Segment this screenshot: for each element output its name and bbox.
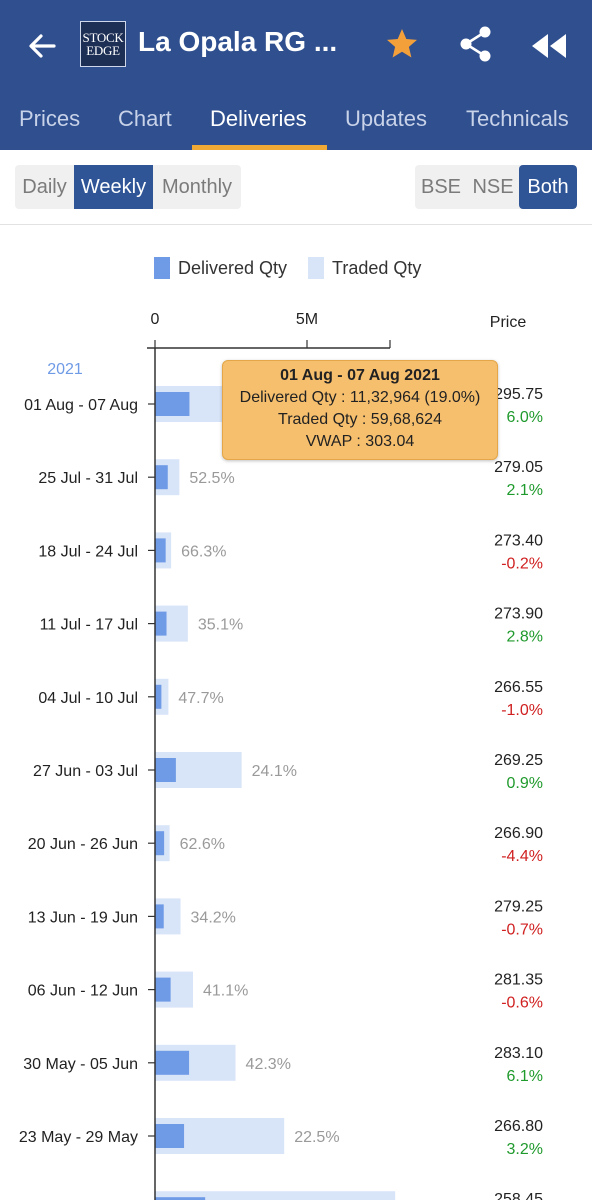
tab-updates[interactable]: Updates bbox=[345, 106, 427, 132]
week-label: 30 May - 05 Jun bbox=[23, 1056, 138, 1073]
delivered-bar bbox=[155, 538, 166, 563]
price-header: Price bbox=[490, 314, 527, 331]
traded-swatch bbox=[308, 257, 324, 279]
star-icon[interactable] bbox=[382, 24, 422, 64]
delivery-percent: 24.1% bbox=[252, 763, 297, 780]
price-change: -0.6% bbox=[501, 995, 543, 1012]
delivered-bar bbox=[155, 611, 167, 636]
tab-prices[interactable]: Prices bbox=[19, 106, 80, 132]
delivered-swatch bbox=[154, 257, 170, 279]
back-arrow-icon[interactable] bbox=[20, 24, 64, 68]
delivered-bar bbox=[155, 977, 171, 1002]
price-change: 2.8% bbox=[507, 629, 543, 646]
tooltip-delivered: Delivered Qty : 11,32,964 (19.0%) bbox=[239, 389, 481, 406]
delivery-percent: 66.3% bbox=[181, 543, 226, 560]
price-value: 273.90 bbox=[494, 606, 543, 623]
tab-technicals[interactable]: Technicals bbox=[466, 106, 569, 132]
tab-chart[interactable]: Chart bbox=[118, 106, 172, 132]
period-selector: Daily Weekly Monthly bbox=[15, 165, 241, 209]
price-change: -0.2% bbox=[501, 555, 543, 572]
delivery-percent: 35.1% bbox=[198, 617, 243, 634]
tab-deliveries[interactable]: Deliveries bbox=[210, 106, 307, 132]
delivered-bar bbox=[155, 831, 165, 856]
legend-delivered-label: Delivered Qty bbox=[178, 257, 288, 278]
price-value: 266.55 bbox=[494, 679, 543, 696]
week-label: 11 Jul - 17 Jul bbox=[40, 617, 138, 634]
price-change: 0.9% bbox=[507, 775, 543, 792]
price-change: -4.4% bbox=[501, 848, 543, 865]
stock-title: La Opala RG ... bbox=[138, 26, 338, 57]
delivered-bar bbox=[155, 465, 168, 490]
exchange-bse[interactable]: BSE bbox=[415, 165, 467, 209]
price-change: 6.0% bbox=[507, 409, 543, 426]
price-change: 2.1% bbox=[507, 482, 543, 499]
price-value: 283.10 bbox=[494, 1045, 543, 1062]
tooltip-vwap: VWAP : 303.04 bbox=[305, 433, 415, 450]
week-label: 01 Aug - 07 Aug bbox=[24, 397, 138, 414]
exchange-nse[interactable]: NSE bbox=[467, 165, 519, 209]
delivery-percent: 34.2% bbox=[191, 909, 236, 926]
delivered-bar bbox=[155, 1050, 190, 1075]
price-change: 6.1% bbox=[507, 1068, 543, 1085]
share-icon[interactable] bbox=[454, 22, 498, 66]
delivery-percent: 42.3% bbox=[246, 1056, 291, 1073]
price-value: 281.35 bbox=[494, 972, 543, 989]
legend-delivered: Delivered Qty bbox=[154, 256, 287, 280]
delivery-percent: 22.5% bbox=[294, 1129, 339, 1146]
section-divider bbox=[0, 224, 592, 225]
exchange-both[interactable]: Both bbox=[519, 165, 577, 209]
tooltip-traded: Traded Qty : 59,68,624 bbox=[278, 411, 442, 428]
legend-traded-label: Traded Qty bbox=[332, 257, 422, 278]
delivery-percent: 52.5% bbox=[189, 470, 234, 487]
rewind-icon[interactable] bbox=[526, 26, 572, 66]
week-label: 18 Jul - 24 Jul bbox=[38, 543, 138, 560]
year-label: 2021 bbox=[47, 361, 83, 378]
chart-tooltip: 01 Aug - 07 Aug 2021 Delivered Qty : 11,… bbox=[222, 360, 498, 460]
week-label: 25 Jul - 31 Jul bbox=[38, 470, 138, 487]
delivery-percent: 41.1% bbox=[203, 983, 248, 1000]
week-label: 04 Jul - 10 Jul bbox=[38, 690, 138, 707]
price-change: -0.7% bbox=[501, 921, 543, 938]
week-label: 27 Jun - 03 Jul bbox=[33, 763, 138, 780]
week-label: 13 Jun - 19 Jun bbox=[28, 909, 138, 926]
period-monthly[interactable]: Monthly bbox=[153, 165, 241, 209]
price-value: 269.25 bbox=[494, 752, 543, 769]
period-weekly[interactable]: Weekly bbox=[74, 165, 153, 209]
price-change: 3.2% bbox=[507, 1141, 543, 1158]
top-bar: STOCK EDGE La Opala RG ... bbox=[0, 0, 592, 90]
delivered-bar bbox=[155, 392, 190, 416]
delivery-percent: 47.7% bbox=[178, 690, 223, 707]
delivered-bar bbox=[155, 904, 164, 929]
price-value: 266.80 bbox=[494, 1118, 543, 1135]
price-value: 295.75 bbox=[494, 386, 543, 403]
delivered-bar bbox=[155, 758, 176, 782]
x-tick-label: 0 bbox=[151, 311, 160, 328]
delivery-percent: 62.6% bbox=[180, 836, 225, 853]
week-label: 23 May - 29 May bbox=[19, 1129, 138, 1146]
week-label: 06 Jun - 12 Jun bbox=[28, 983, 138, 1000]
app-header: STOCK EDGE La Opala RG ... Prices Chart … bbox=[0, 0, 592, 150]
price-change: -1.0% bbox=[501, 702, 543, 719]
exchange-selector: BSE NSE Both bbox=[415, 165, 577, 209]
tab-bar: Prices Chart Deliveries Updates Technica… bbox=[0, 90, 592, 150]
delivered-bar bbox=[155, 684, 162, 709]
active-tab-indicator bbox=[192, 145, 327, 150]
price-value: 273.40 bbox=[494, 532, 543, 549]
price-value: 279.05 bbox=[494, 459, 543, 476]
stockedge-logo: STOCK EDGE bbox=[80, 21, 126, 67]
week-label: 20 Jun - 26 Jun bbox=[28, 836, 138, 853]
price-value: 266.90 bbox=[494, 825, 543, 842]
tooltip-title: 01 Aug - 07 Aug 2021 bbox=[280, 367, 440, 384]
legend-traded: Traded Qty bbox=[308, 256, 421, 280]
period-daily[interactable]: Daily bbox=[15, 165, 74, 209]
price-value: 279.25 bbox=[494, 898, 543, 915]
x-tick-label: 5M bbox=[296, 311, 318, 328]
price-value: 258.45 bbox=[494, 1191, 543, 1200]
delivered-bar bbox=[155, 1124, 185, 1148]
